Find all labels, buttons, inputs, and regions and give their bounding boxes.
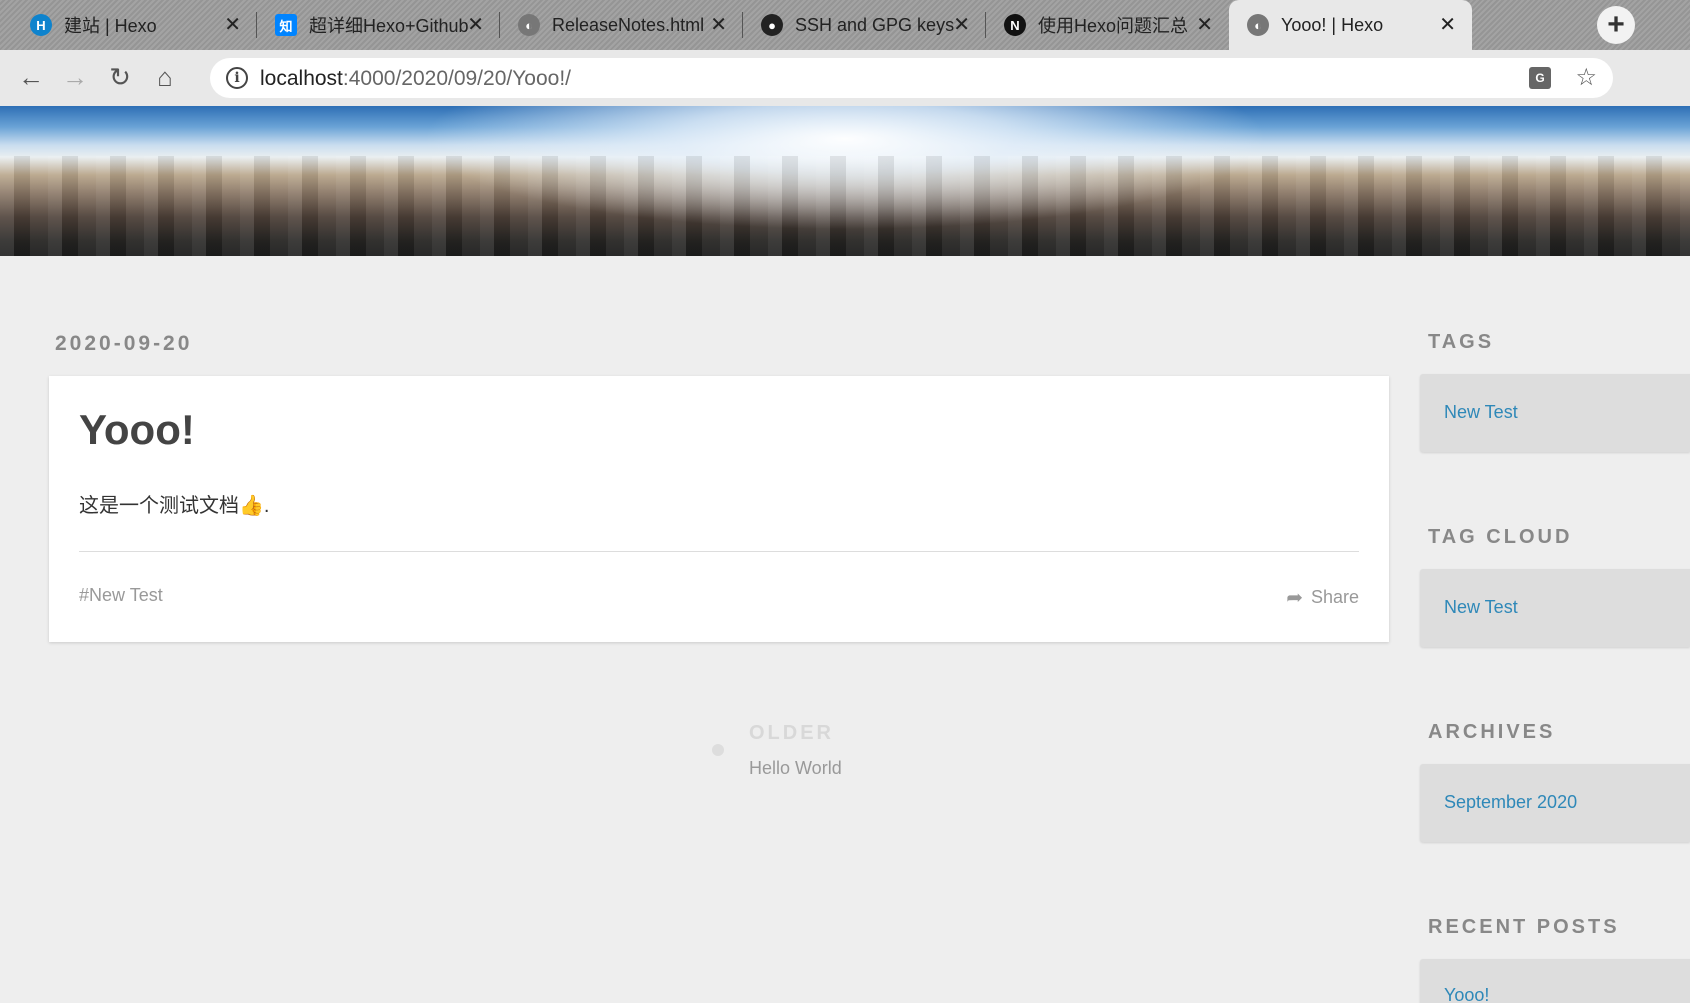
back-button[interactable]: ← bbox=[14, 60, 48, 94]
url-path: :4000/2020/09/20/Yooo!/ bbox=[342, 67, 571, 90]
archive-link-september-2020[interactable]: September 2020 bbox=[1444, 792, 1577, 813]
post-date: 2020-09-20 bbox=[55, 332, 193, 355]
globe-icon: ◐ bbox=[1247, 14, 1269, 36]
url-text[interactable]: localhost:4000/2020/09/20/Yooo!/ bbox=[260, 67, 571, 91]
archives-widget-title: ARCHIVES bbox=[1428, 721, 1556, 743]
tab-hexo-docs[interactable]: H 建站 | Hexo ✕ bbox=[12, 0, 257, 50]
tab-title: 使用Hexo问题汇总 bbox=[1038, 16, 1189, 36]
post-card: Yooo! 这是一个测试文档👍. #New Test ➦ Share bbox=[49, 376, 1389, 642]
thumbs-up-icon: 👍 bbox=[239, 495, 264, 517]
bookmark-star-icon[interactable]: ☆ bbox=[1575, 63, 1597, 92]
tab-title: Yooo! | Hexo bbox=[1281, 14, 1384, 35]
tab-zhihu[interactable]: 知 超详细Hexo+Github ✕ bbox=[257, 0, 500, 50]
recent-posts-widget-title: RECENT POSTS bbox=[1428, 916, 1620, 938]
tag-link-new-test[interactable]: New Test bbox=[1444, 402, 1518, 423]
tab-strip: H 建站 | Hexo ✕ 知 超详细Hexo+Github ✕ ◐ Relea… bbox=[0, 0, 1690, 50]
tags-widget-title: TAGS bbox=[1428, 331, 1495, 353]
close-icon[interactable]: ✕ bbox=[1439, 12, 1456, 37]
archives-widget: September 2020 bbox=[1420, 764, 1690, 842]
notion-icon: N bbox=[1004, 14, 1026, 36]
url-host: localhost bbox=[260, 67, 343, 90]
recent-post-link-yooo[interactable]: Yooo! bbox=[1444, 985, 1489, 1003]
pager-dot bbox=[712, 744, 724, 756]
browser-toolbar: ← → ↻ ⌂ i localhost:4000/2020/09/20/Yooo… bbox=[0, 50, 1690, 138]
home-button[interactable]: ⌂ bbox=[148, 60, 182, 94]
zhihu-icon: 知 bbox=[275, 14, 297, 36]
tab-title: 建站 | Hexo bbox=[64, 16, 157, 36]
address-bar[interactable]: i localhost:4000/2020/09/20/Yooo!/ G ☆ bbox=[210, 58, 1613, 98]
tab-yooo-active[interactable]: ◐ Yooo! | Hexo ✕ bbox=[1229, 0, 1472, 50]
post-title[interactable]: Yooo! bbox=[79, 406, 195, 454]
close-icon[interactable]: ✕ bbox=[224, 12, 241, 37]
tab-title: 超详细Hexo+Github bbox=[309, 16, 469, 36]
tab-releasenotes[interactable]: ◐ ReleaseNotes.html ✕ bbox=[500, 0, 743, 50]
recent-posts-widget: Yooo! bbox=[1420, 959, 1690, 1003]
post-body: 这是一个测试文档👍. bbox=[79, 489, 269, 518]
share-label: Share bbox=[1310, 587, 1359, 607]
close-icon[interactable]: ✕ bbox=[710, 12, 727, 37]
post-divider bbox=[79, 551, 1359, 552]
tab-github-ssh[interactable]: ● SSH and GPG keys ✕ bbox=[743, 0, 986, 50]
tagcloud-widget-title: TAG CLOUD bbox=[1428, 526, 1573, 548]
post-tag-link[interactable]: #New Test bbox=[79, 585, 163, 606]
tab-title: SSH and GPG keys bbox=[795, 14, 955, 35]
share-button[interactable]: ➦ Share bbox=[1286, 585, 1359, 610]
tags-widget: New Test bbox=[1420, 374, 1690, 452]
hexo-icon: H bbox=[30, 14, 52, 36]
older-post-link[interactable]: Hello World bbox=[749, 758, 842, 779]
post-body-tail: . bbox=[263, 495, 270, 517]
tab-notion[interactable]: N 使用Hexo问题汇总 ✕ bbox=[986, 0, 1229, 50]
close-icon[interactable]: ✕ bbox=[467, 12, 484, 37]
new-tab-button[interactable]: + bbox=[1597, 6, 1635, 44]
info-icon[interactable]: i bbox=[226, 67, 248, 89]
tagcloud-link-new-test[interactable]: New Test bbox=[1444, 597, 1518, 618]
reload-button[interactable]: ↻ bbox=[103, 60, 137, 94]
older-label: OLDER bbox=[749, 722, 834, 744]
banner-clouds bbox=[0, 156, 1690, 256]
post-body-text: 这是一个测试文档 bbox=[79, 495, 239, 517]
globe-icon: ◐ bbox=[518, 14, 540, 36]
forward-button[interactable]: → bbox=[58, 60, 92, 94]
tab-title: ReleaseNotes.html bbox=[552, 14, 705, 35]
header-banner-image bbox=[0, 106, 1690, 256]
share-icon: ➦ bbox=[1286, 587, 1303, 609]
close-icon[interactable]: ✕ bbox=[1196, 12, 1213, 37]
tagcloud-widget: New Test bbox=[1420, 569, 1690, 647]
close-icon[interactable]: ✕ bbox=[953, 12, 970, 37]
github-icon: ● bbox=[761, 14, 783, 36]
translate-icon[interactable]: G bbox=[1529, 67, 1551, 89]
